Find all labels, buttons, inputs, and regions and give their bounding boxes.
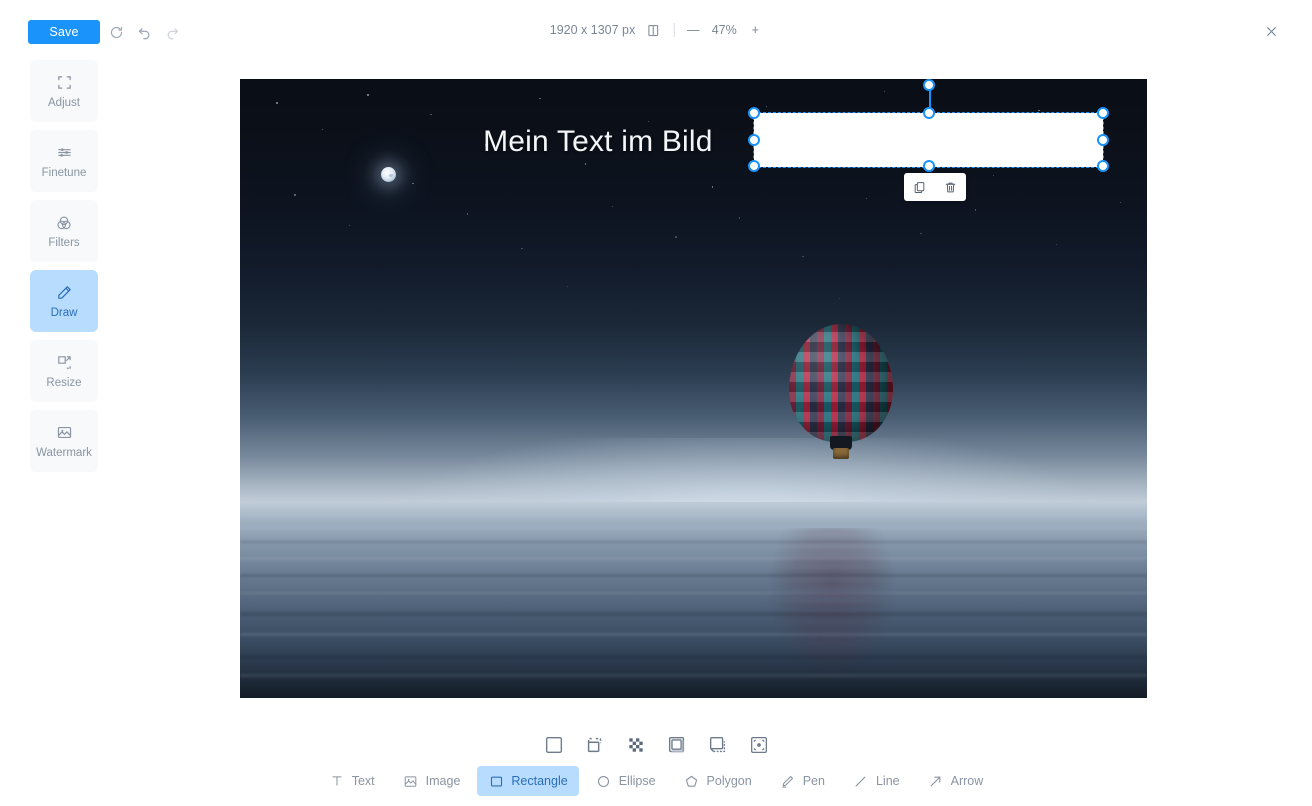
- sidebar-item-label: Watermark: [36, 446, 92, 459]
- close-icon[interactable]: [1260, 20, 1282, 42]
- delete-icon[interactable]: [941, 177, 961, 197]
- editor-canvas[interactable]: Mein Text im Bild: [240, 79, 1147, 698]
- tool-label: Text: [351, 774, 375, 788]
- zoom-out-button[interactable]: —: [686, 23, 700, 37]
- sidebar-item-label: Finetune: [41, 166, 87, 179]
- tool-ellipse[interactable]: Ellipse: [585, 766, 667, 796]
- image-editor-window: Save 1920 x 1307 px — 47% + Adjust Finet…: [0, 0, 1312, 806]
- image-dimensions-label: 1920 x 1307 px: [549, 23, 636, 37]
- sidebar-item-finetune[interactable]: Finetune: [30, 130, 98, 192]
- zoom-controls: — 47% +: [686, 23, 762, 37]
- draw-tools-row: Text Image Rectangle Ellipse Polygon Pen…: [0, 764, 1312, 798]
- sidebar-item-label: Draw: [50, 306, 78, 319]
- handle-bottom-center[interactable]: [923, 160, 935, 172]
- fill-transparent-icon[interactable]: [623, 732, 649, 758]
- top-toolbar: Save 1920 x 1307 px — 47% +: [0, 0, 1312, 64]
- handle-middle-right[interactable]: [1097, 134, 1109, 146]
- tool-polygon[interactable]: Polygon: [673, 766, 763, 796]
- sidebar-item-label: Resize: [46, 376, 82, 389]
- balloon-basket: [832, 447, 849, 459]
- text-icon: [329, 773, 345, 789]
- tool-rectangle[interactable]: Rectangle: [477, 766, 579, 796]
- save-button[interactable]: Save: [28, 20, 100, 44]
- hot-air-balloon: [788, 323, 893, 472]
- reset-icon[interactable]: [106, 22, 126, 42]
- corner-radius-icon[interactable]: [746, 732, 772, 758]
- tool-sidebar: Adjust Finetune Filters Draw Resize Wate…: [30, 60, 98, 472]
- resize-icon: [54, 353, 74, 373]
- background-photo: Mein Text im Bild: [240, 79, 1147, 698]
- sidebar-item-adjust[interactable]: Adjust: [30, 60, 98, 122]
- zoom-in-button[interactable]: +: [748, 23, 762, 37]
- handle-top-right[interactable]: [1097, 107, 1109, 119]
- tool-label: Rectangle: [511, 774, 568, 788]
- zoom-level-label: 47%: [711, 23, 737, 37]
- fill-dashed-icon[interactable]: [582, 732, 608, 758]
- sidebar-item-filters[interactable]: Filters: [30, 200, 98, 262]
- balloon-envelope: [788, 323, 893, 442]
- balloon-reflection: [756, 527, 907, 696]
- sidebar-item-label: Adjust: [48, 96, 80, 109]
- tool-image[interactable]: Image: [392, 766, 472, 796]
- image-icon: [403, 773, 419, 789]
- pen-icon: [780, 773, 796, 789]
- shadow-icon[interactable]: [664, 732, 690, 758]
- handle-bottom-left[interactable]: [748, 160, 760, 172]
- tool-pen[interactable]: Pen: [769, 766, 836, 796]
- handle-bottom-right[interactable]: [1097, 160, 1109, 172]
- rotate-handle[interactable]: [923, 79, 935, 91]
- tool-label: Polygon: [706, 774, 752, 788]
- canvas-meta: 1920 x 1307 px — 47% +: [550, 22, 763, 38]
- history-controls: [106, 22, 182, 42]
- arrow-icon: [928, 773, 944, 789]
- fill-solid-icon[interactable]: [541, 732, 567, 758]
- handle-middle-left[interactable]: [748, 134, 760, 146]
- tool-text[interactable]: Text: [318, 766, 386, 796]
- crop-icon: [54, 73, 74, 93]
- layers-icon[interactable]: [705, 732, 731, 758]
- redo-icon[interactable]: [162, 22, 182, 42]
- shape-style-options: [0, 728, 1312, 762]
- tool-arrow[interactable]: Arrow: [917, 766, 995, 796]
- watermark-icon: [54, 423, 74, 443]
- sidebar-item-label: Filters: [48, 236, 80, 249]
- moon: [380, 166, 396, 182]
- duplicate-icon[interactable]: [910, 177, 930, 197]
- sidebar-item-watermark[interactable]: Watermark: [30, 410, 98, 472]
- tool-label: Ellipse: [618, 774, 656, 788]
- water-surface: [240, 501, 1147, 698]
- tool-label: Pen: [802, 774, 825, 788]
- sidebar-item-resize[interactable]: Resize: [30, 340, 98, 402]
- tool-label: Image: [425, 774, 461, 788]
- tool-label: Arrow: [950, 774, 984, 788]
- ellipse-icon: [596, 773, 612, 789]
- undo-icon[interactable]: [134, 22, 154, 42]
- canvas-text-layer[interactable]: Mein Text im Bild: [483, 125, 713, 159]
- tool-label: Line: [875, 774, 900, 788]
- sidebar-item-draw[interactable]: Draw: [30, 270, 98, 332]
- split-view-icon[interactable]: [645, 22, 661, 38]
- shape-context-menu: [904, 173, 966, 201]
- filters-icon: [54, 213, 74, 233]
- sliders-icon: [54, 143, 74, 163]
- meta-divider: [673, 23, 675, 37]
- selection-bounding-box: [753, 112, 1104, 168]
- pencil-icon: [54, 283, 74, 303]
- tool-line[interactable]: Line: [842, 766, 911, 796]
- polygon-icon: [684, 773, 700, 789]
- rectangle-icon: [488, 773, 504, 789]
- handle-top-center[interactable]: [923, 107, 935, 119]
- line-icon: [853, 773, 869, 789]
- handle-top-left[interactable]: [748, 107, 760, 119]
